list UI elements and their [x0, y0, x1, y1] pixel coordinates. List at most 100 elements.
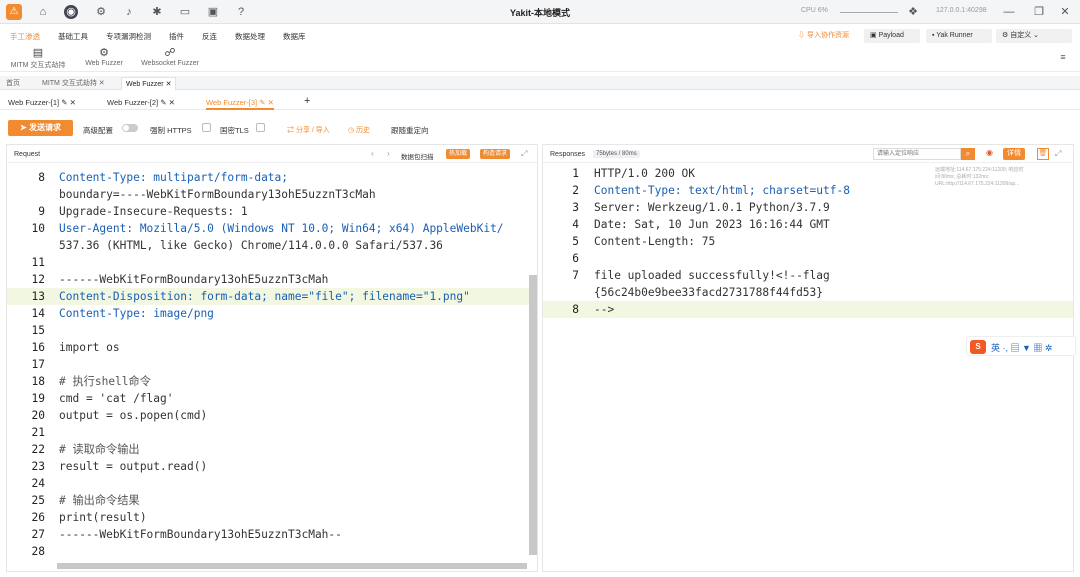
collapse-icon[interactable]: ≡ — [1056, 50, 1070, 64]
expand-icon[interactable]: ⤢ — [1055, 149, 1061, 159]
code-line[interactable]: 20 output = os.popen(cmd) — [7, 407, 537, 424]
advanced-config-toggle[interactable] — [122, 124, 138, 132]
code-line[interactable]: 11 — [7, 254, 537, 271]
sub-web-fuzzer[interactable]: ⚙ Web Fuzzer — [72, 46, 136, 67]
packet-scan-button[interactable]: 数据包扫描 — [401, 151, 434, 161]
menu-vuln-detection[interactable]: 专项漏洞检测 — [106, 31, 151, 42]
avatar[interactable]: ◉ — [64, 5, 78, 19]
home-icon[interactable]: ⌂ — [36, 5, 50, 19]
code-line[interactable]: 24 — [7, 475, 537, 492]
add-tab-icon[interactable]: + — [304, 94, 310, 108]
ime-toolbar[interactable]: S 英 ·, ▤ ▼ ▦ ✲ — [966, 336, 1076, 356]
yakit-logo: ⚠ — [6, 4, 22, 20]
menu-data-processing[interactable]: 数据处理 — [235, 31, 265, 42]
request-scrollbar-h[interactable] — [57, 563, 527, 569]
code-line[interactable]: 10 User-Agent: Mozilla/5.0 (Windows NT 10… — [7, 220, 537, 237]
tab-fuzzer-1[interactable]: Web Fuzzer-[1] ✎ ✕ — [8, 96, 76, 110]
menu-manual-pentest[interactable]: 手工渗透 — [10, 31, 40, 42]
response-editor[interactable]: 1 HTTP/1.0 200 OK 2 Content-Type: text/html… — [543, 163, 1073, 571]
force-https-checkbox[interactable] — [202, 123, 211, 132]
code-line[interactable]: 9 Upgrade-Insecure-Requests: 1 — [7, 203, 537, 220]
menu-reverse[interactable]: 反连 — [202, 31, 217, 42]
code-line[interactable]: 25 # 输出命令结果 — [7, 492, 537, 509]
close-icon[interactable]: ✕ — [1058, 5, 1072, 19]
code-line[interactable]: 14 Content-Type: image/png — [7, 305, 537, 322]
minimize-icon[interactable]: — — [1002, 5, 1016, 19]
share-import-link[interactable]: ⇄ 分享 / 导入 — [287, 125, 330, 135]
menu-basic-tools[interactable]: 基础工具 — [58, 31, 88, 42]
code-line[interactable]: 21 — [7, 424, 537, 441]
tab-web-fuzzer[interactable]: Web Fuzzer ✕ — [121, 77, 177, 90]
code-line[interactable]: 8 --> — [543, 301, 1073, 318]
ime-mode-icon[interactable]: 英 ·, ▤ ▼ ▦ ✲ — [991, 341, 1052, 354]
code-line[interactable]: {56c24b0e9bee33facd2731788f44fd53} — [543, 284, 1073, 301]
import-collab-button[interactable]: ⇩ 导入协作资源 — [792, 29, 855, 43]
sogou-icon[interactable]: S — [970, 340, 986, 354]
code-line[interactable]: 26 print(result) — [7, 509, 537, 526]
code-line[interactable]: 17 — [7, 356, 537, 373]
code-line[interactable]: 5 Content-Length: 75 — [543, 233, 1073, 250]
expand-icon[interactable]: ⤢ — [521, 149, 527, 159]
camera-icon[interactable]: ▣ — [206, 5, 220, 19]
engine-icon[interactable]: ❖ — [906, 5, 920, 19]
code-line[interactable]: boundary=----WebKitFormBoundary13ohE5uzz… — [7, 186, 537, 203]
response-search-input[interactable] — [873, 148, 961, 160]
code-line[interactable]: 19 cmd = 'cat /flag' — [7, 390, 537, 407]
prev-icon[interactable]: ‹ — [371, 149, 374, 158]
request-scrollbar-v[interactable] — [529, 275, 537, 555]
tab-home[interactable]: 首页 — [2, 77, 24, 90]
tab-mitm[interactable]: MITM 交互式劫持 ✕ — [38, 77, 109, 90]
line-text: import os — [59, 341, 120, 354]
menu-plugins[interactable]: 插件 — [169, 31, 184, 42]
send-request-button[interactable]: ➤ 发送请求 — [8, 120, 73, 136]
build-request-button[interactable]: 构造请求 — [480, 149, 511, 159]
code-line[interactable]: 12 ------WebKitFormBoundary13ohE5uzznT3cM… — [7, 271, 537, 288]
code-line[interactable]: 8 Content-Type: multipart/form-data; — [7, 169, 537, 186]
yak-runner-button[interactable]: ▪ Yak Runner — [926, 29, 992, 43]
sub-websocket-fuzzer[interactable]: ☍ Websocket Fuzzer — [138, 46, 202, 67]
code-line[interactable]: 6 — [543, 250, 1073, 267]
request-editor[interactable]: 8 Content-Type: multipart/form-data; bound… — [7, 163, 537, 571]
close-icon[interactable]: ✕ — [99, 80, 105, 87]
history-link[interactable]: ◷ 历史 — [348, 125, 370, 135]
code-line[interactable]: 7 file uploaded successfully!<!--flag — [543, 267, 1073, 284]
code-line[interactable]: 4 Date: Sat, 10 Jun 2023 16:16:44 GMT — [543, 216, 1073, 233]
custom-dropdown[interactable]: ⚙ 自定义 ⌄ — [996, 29, 1072, 43]
payload-button[interactable]: ▣ Payload — [864, 29, 920, 43]
line-text: ------WebKitFormBoundary13ohE5uzznT3cMah… — [59, 528, 342, 541]
code-line[interactable]: 27 ------WebKitFormBoundary13ohE5uzznT3cM… — [7, 526, 537, 543]
delete-icon[interactable]: 🗑 — [1037, 148, 1049, 160]
bell-icon[interactable]: ♪ — [122, 5, 136, 19]
gear-icon[interactable]: ⚙ — [94, 5, 108, 19]
line-text: Content-Type: image/png — [59, 307, 214, 320]
close-icon[interactable]: ✕ — [166, 81, 172, 88]
code-line[interactable]: 537.36 (KHTML, like Gecko) Chrome/114.0.… — [7, 237, 537, 254]
code-line[interactable]: 3 Server: Werkzeug/1.0.1 Python/3.7.9 — [543, 199, 1073, 216]
gmtls-checkbox[interactable] — [256, 123, 265, 132]
code-line[interactable]: 22 # 读取命令输出 — [7, 441, 537, 458]
line-number: 22 — [31, 443, 45, 456]
search-icon[interactable]: ⌕ — [961, 148, 975, 160]
code-line[interactable]: 23 result = output.read() — [7, 458, 537, 475]
code-line[interactable]: 13 Content-Disposition: form-data; name="… — [7, 288, 537, 305]
line-text: Content-Disposition: form-data; name="fi… — [59, 290, 470, 303]
terminal-icon[interactable]: ▭ — [178, 5, 192, 19]
tab-fuzzer-2[interactable]: Web Fuzzer-[2] ✎ ✕ — [107, 96, 175, 110]
next-icon[interactable]: › — [387, 149, 390, 158]
help-icon[interactable]: ? — [234, 5, 248, 19]
code-line[interactable]: 15 — [7, 322, 537, 339]
code-line[interactable]: 18 # 执行shell命令 — [7, 373, 537, 390]
bug-icon[interactable]: ✱ — [150, 5, 164, 19]
sub-mitm[interactable]: ▤ MITM 交互式劫持 — [6, 46, 70, 70]
chrome-icon[interactable]: ◉ — [986, 148, 993, 157]
line-text: # 输出命令结果 — [59, 494, 140, 507]
code-line[interactable]: 28 — [7, 543, 537, 560]
maximize-icon[interactable]: ❐ — [1032, 5, 1046, 19]
hot-reload-button[interactable]: 热加载 — [446, 149, 471, 159]
line-number: 14 — [31, 307, 45, 320]
code-line[interactable]: 16 import os — [7, 339, 537, 356]
tab-fuzzer-3[interactable]: Web Fuzzer-[3] ✎ ✕ — [206, 96, 274, 110]
title-bar: ⚠ ⌂ ◉ ⚙ ♪ ✱ ▭ ▣ ? Yakit-本地模式 CPU 6% ❖ 12… — [0, 0, 1080, 24]
menu-database[interactable]: 数据库 — [283, 31, 306, 42]
detail-button[interactable]: 详情 — [1003, 148, 1025, 160]
